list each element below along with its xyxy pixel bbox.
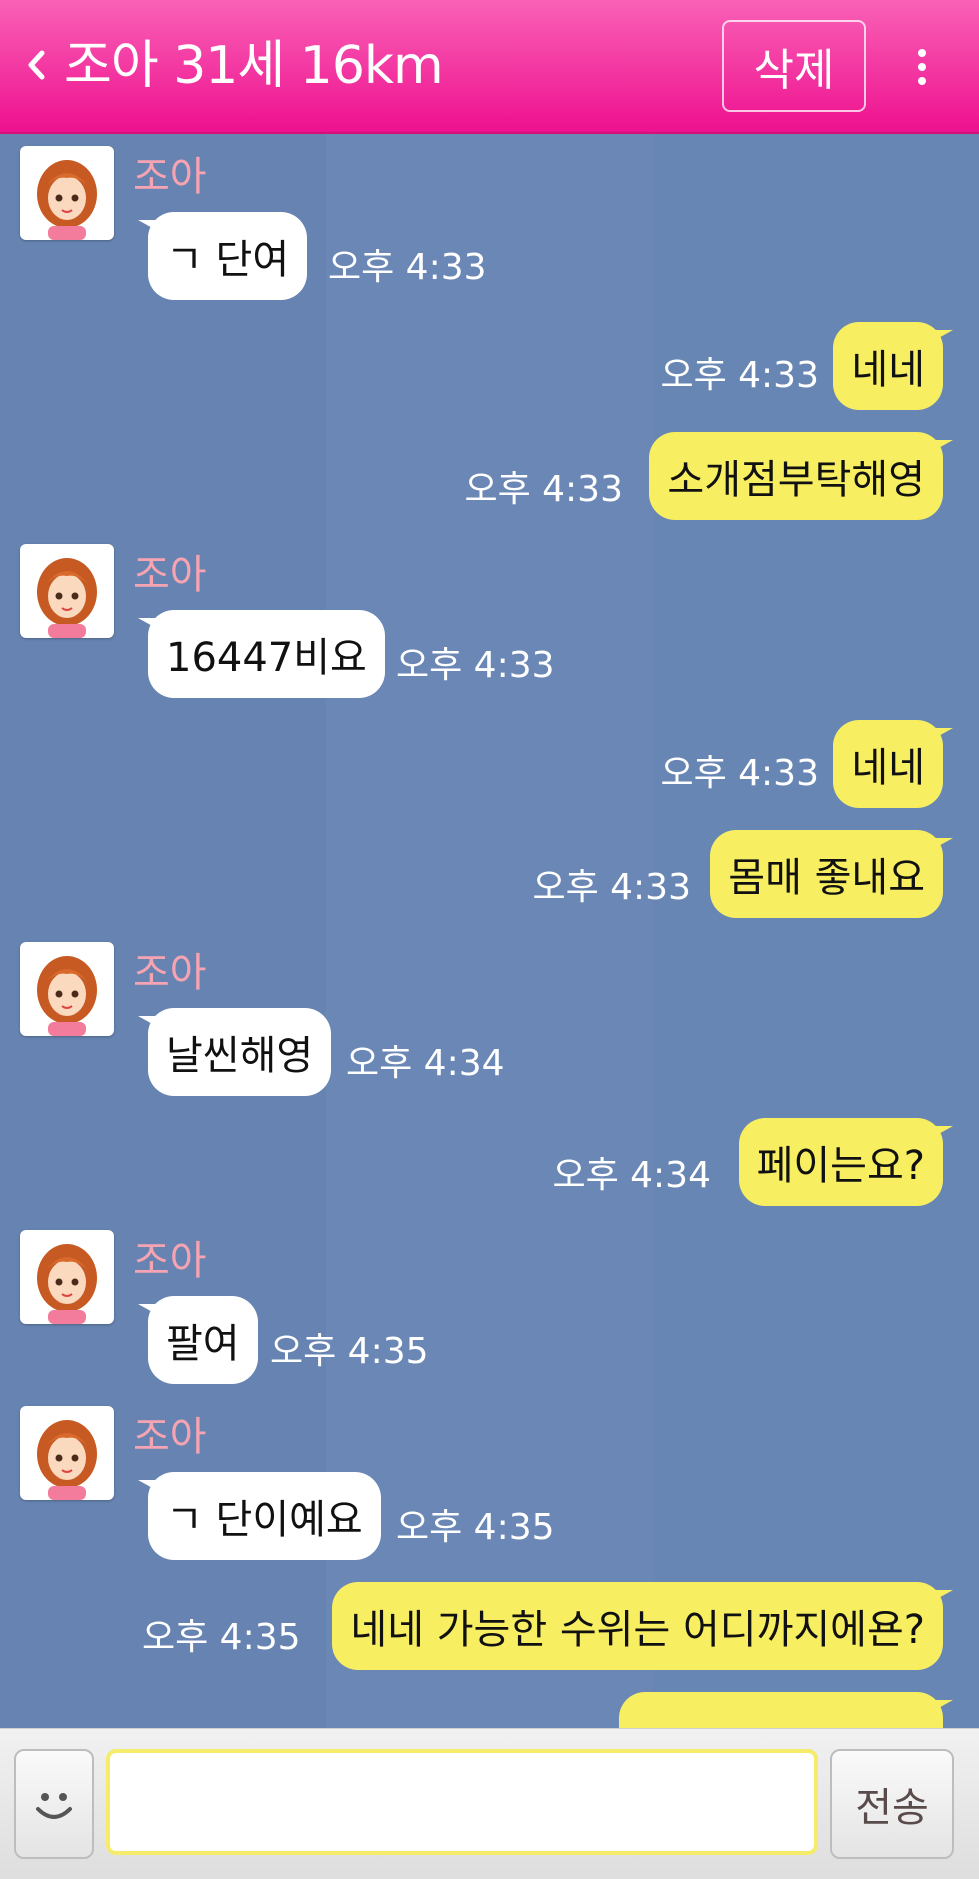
sender-name: 조아 [133, 552, 207, 598]
avatar-icon [37, 1420, 97, 1500]
message-bubble-sent[interactable] [619, 1692, 953, 1728]
message-bubble-sent[interactable]: 소개점부탁해영 [649, 432, 953, 520]
message-bubble-sent[interactable]: 페이는요? [738, 1118, 954, 1206]
message-bubble-received[interactable]: 팔여 [138, 1296, 258, 1384]
chat-header: 조아 31세 16km 삭제 [0, 0, 979, 134]
chat-area[interactable]: 조아 ㄱ 단여 오후 4:33 네네 오후 4:33 소개점부탁해영 오후 4:… [0, 134, 979, 1728]
avatar[interactable] [20, 1406, 114, 1500]
message-bubble-received[interactable]: 날씬해영 [137, 1008, 332, 1096]
message-bubble-sent[interactable]: 네네 [833, 322, 953, 410]
message-bubble-received[interactable]: ㄱ 단여 [137, 212, 308, 300]
avatar-icon [37, 1244, 97, 1324]
message-time: 오후 4:34 [552, 1155, 711, 1196]
chat-title: 조아 31세 16km [64, 36, 444, 96]
avatar-icon [37, 558, 97, 638]
emoji-button[interactable] [14, 1749, 94, 1859]
message-bubble-received[interactable]: 16447비요 [138, 610, 385, 698]
avatar[interactable] [20, 146, 114, 240]
avatar-icon [37, 956, 97, 1036]
message-time: 오후 4:33 [328, 247, 487, 288]
message-time: 오후 4:33 [660, 355, 819, 396]
sender-name: 조아 [133, 950, 207, 996]
message-bubble-sent[interactable]: 몸매 좋내요 [710, 830, 953, 918]
avatar-icon [37, 160, 97, 240]
message-time: 오후 4:33 [532, 867, 691, 908]
message-time: 오후 4:34 [346, 1043, 505, 1084]
sender-name: 조아 [133, 1238, 207, 1284]
sender-name: 조아 [133, 1414, 207, 1460]
message-time: 오후 4:35 [142, 1617, 301, 1658]
more-vertical-icon[interactable] [905, 44, 939, 90]
message-time: 오후 4:35 [270, 1331, 429, 1372]
message-bubble-sent[interactable]: 네네 [833, 720, 953, 808]
message-bubble-sent[interactable]: 네네 가능한 수위는 어디까지에욘? [332, 1582, 953, 1670]
message-input-bar: 전송 [0, 1728, 979, 1879]
message-time: 오후 4:33 [464, 469, 623, 510]
message-time: 오후 4:33 [660, 753, 819, 794]
sender-name: 조아 [133, 154, 207, 200]
avatar[interactable] [20, 1230, 114, 1324]
avatar[interactable] [20, 544, 114, 638]
message-bubble-received[interactable]: ㄱ 단이예요 [138, 1472, 381, 1560]
delete-button[interactable]: 삭제 [722, 20, 866, 112]
message-time: 오후 4:35 [396, 1507, 555, 1548]
send-button[interactable]: 전송 [830, 1749, 954, 1859]
message-time: 오후 4:33 [396, 645, 555, 686]
smiley-icon [36, 1793, 72, 1819]
message-input[interactable] [106, 1749, 818, 1855]
avatar[interactable] [20, 942, 114, 1036]
chevron-left-icon[interactable] [22, 42, 52, 88]
